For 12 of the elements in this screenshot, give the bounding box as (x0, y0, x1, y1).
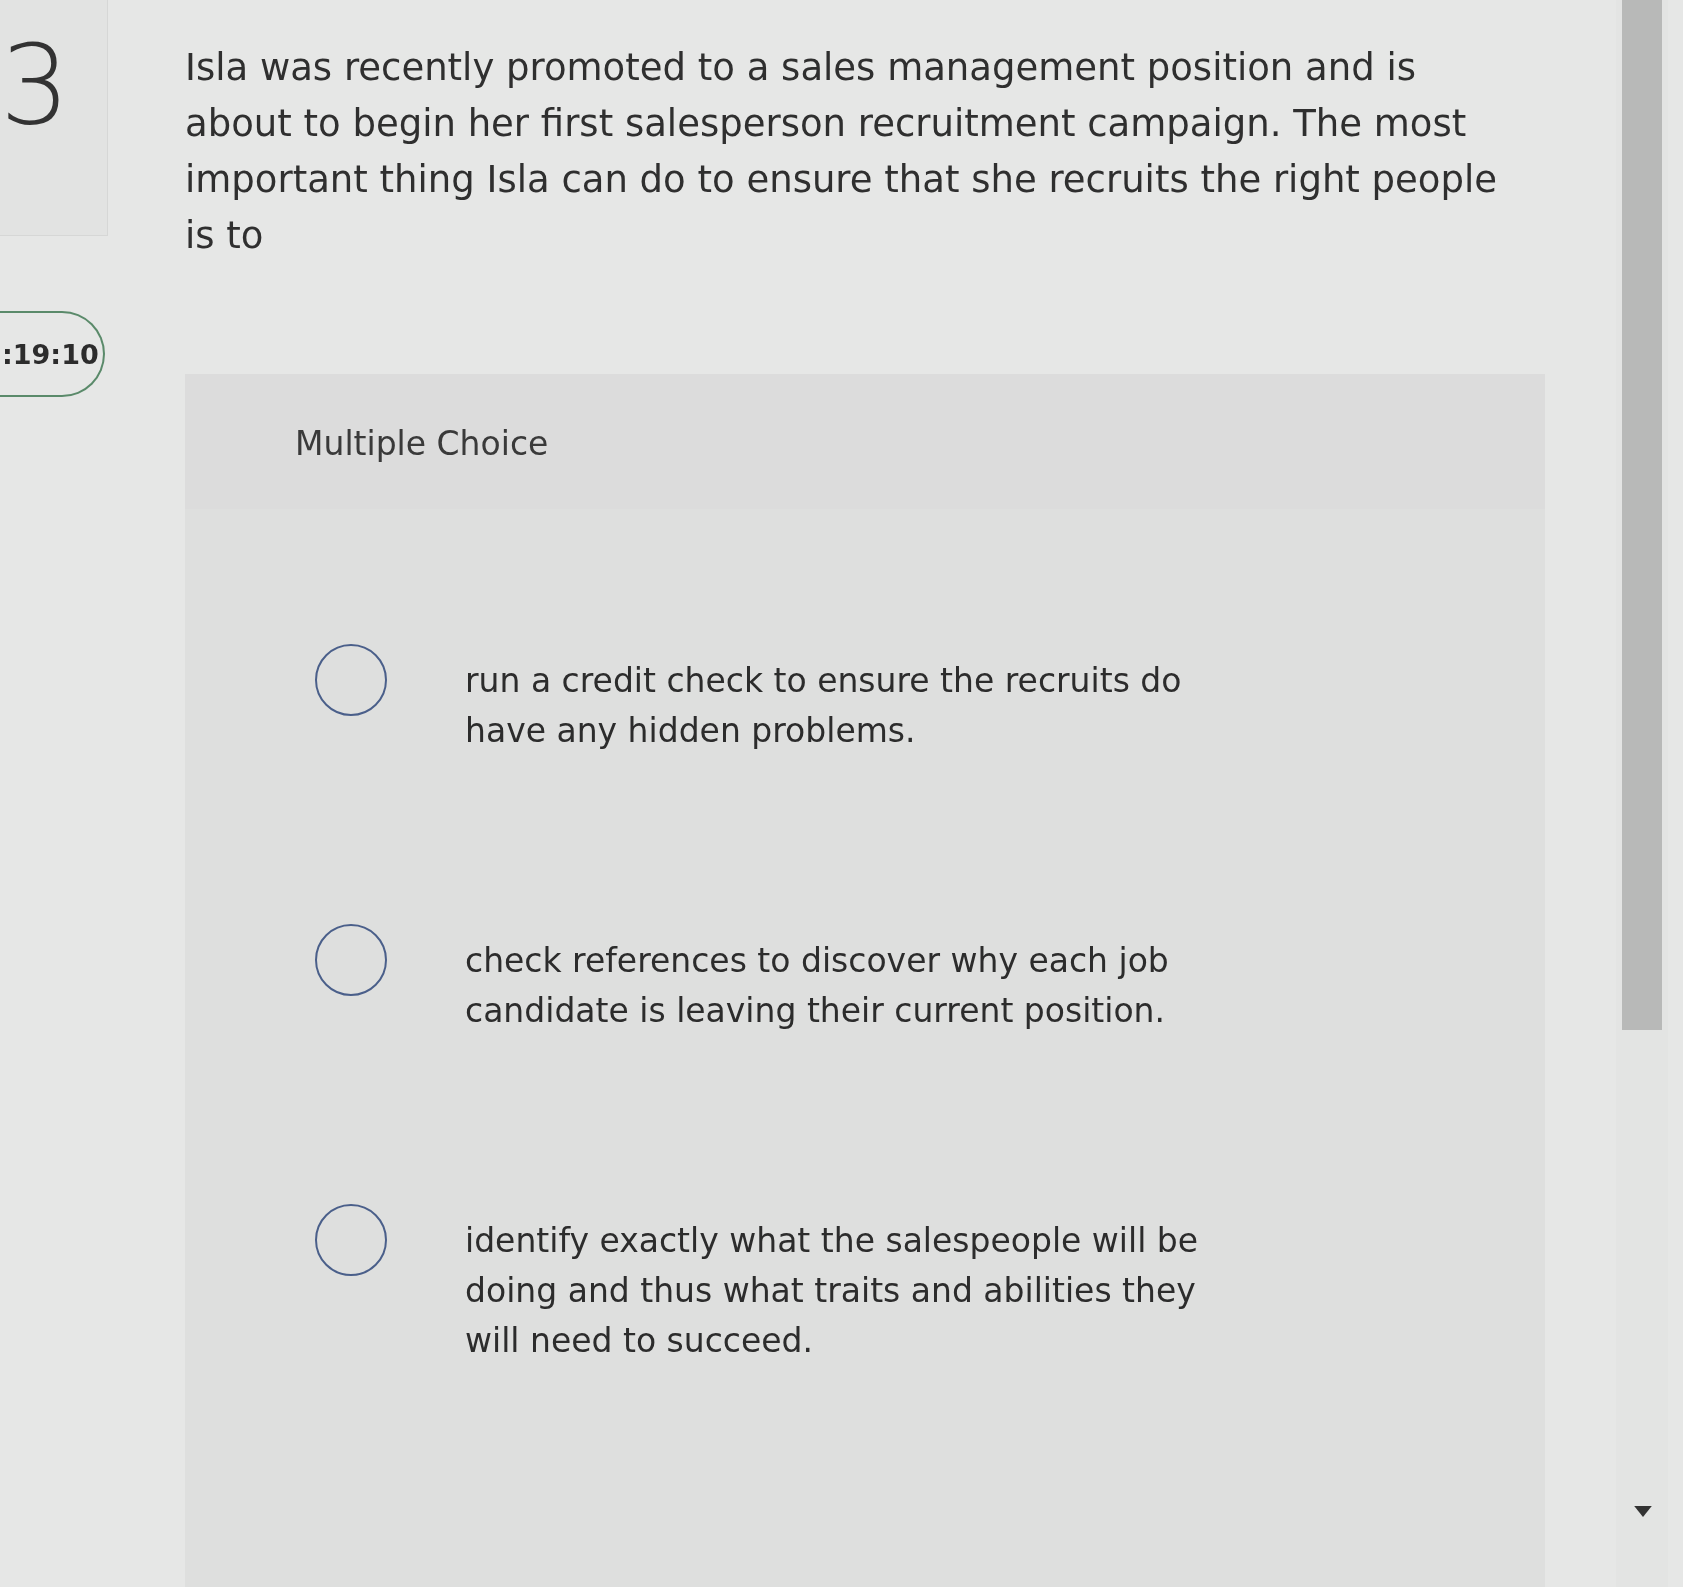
option-text[interactable]: run a credit check to ensure the recruits do have any hidden problems. (465, 656, 1245, 756)
timer: :19:10 (0, 311, 105, 397)
scrollbar-thumb[interactable] (1622, 0, 1662, 1030)
option-text[interactable]: check references to discover why each job candidate is leaving their current position. (465, 936, 1245, 1036)
radio-button[interactable] (315, 1204, 387, 1276)
card-heading: Multiple Choice (295, 424, 549, 463)
question-number: 3 (0, 30, 70, 140)
scroll-down-icon[interactable] (1634, 1506, 1652, 1517)
option-text[interactable]: identify exactly what the salespeople will be doing and thus what traits and abilities they will need to succeed. (465, 1216, 1245, 1366)
radio-button[interactable] (315, 644, 387, 716)
question-text: Isla was recently promoted to a sales management position and is about to begin her first salesperson recruitment campaign. The most important thing Isla can do to ensure that she recruits the right people is to (185, 45, 1499, 259)
radio-button[interactable] (315, 924, 387, 996)
